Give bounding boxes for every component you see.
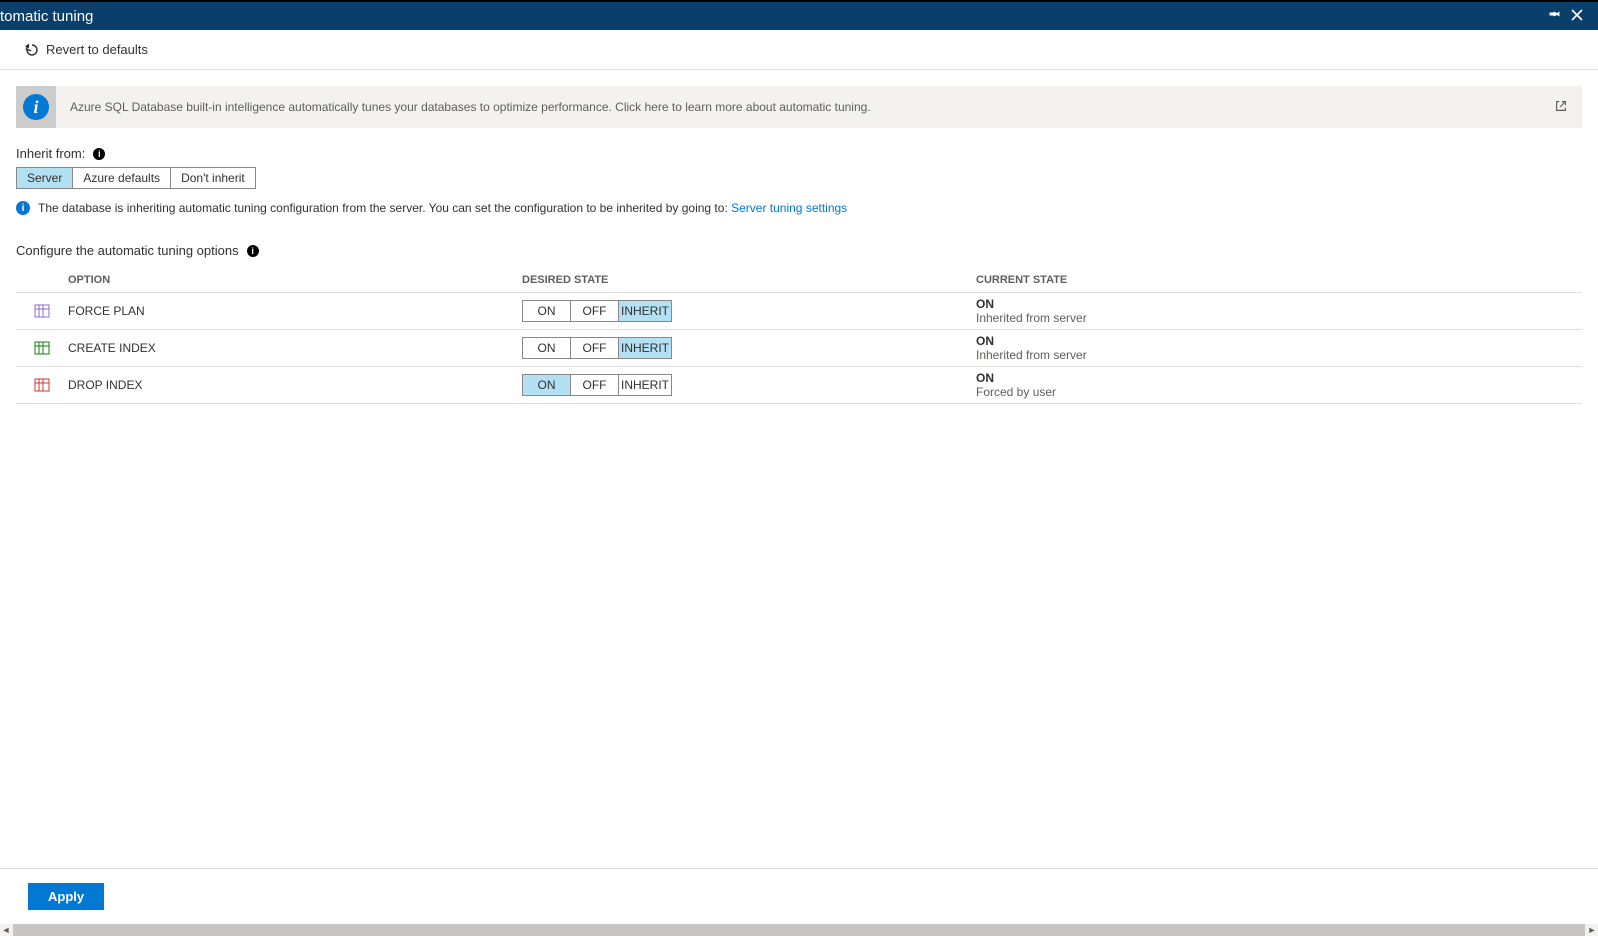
option-name: CREATE INDEX bbox=[68, 341, 522, 355]
inherit-option-don-t-inherit[interactable]: Don't inherit bbox=[171, 168, 255, 188]
state-off[interactable]: OFF bbox=[571, 375, 619, 395]
inherit-note: i The database is inheriting automatic t… bbox=[16, 201, 1582, 215]
scroll-track[interactable] bbox=[13, 924, 1585, 936]
current-state-source: Inherited from server bbox=[976, 348, 1582, 362]
close-icon[interactable] bbox=[1566, 8, 1588, 25]
revert-to-defaults-button[interactable]: Revert to defaults bbox=[24, 42, 148, 58]
desired-state-segmented: ONOFFINHERIT bbox=[522, 300, 672, 322]
apply-button[interactable]: Apply bbox=[28, 883, 104, 910]
command-bar: Revert to defaults bbox=[0, 30, 1598, 70]
option-icon bbox=[16, 303, 68, 319]
desired-state-segmented: ONOFFINHERIT bbox=[522, 374, 672, 396]
configure-options-label: Configure the automatic tuning options i bbox=[16, 243, 1582, 258]
header-current: CURRENT STATE bbox=[976, 274, 1582, 286]
options-table-header: OPTION DESIRED STATE CURRENT STATE bbox=[16, 268, 1582, 292]
revert-label: Revert to defaults bbox=[46, 42, 148, 57]
state-inherit[interactable]: INHERIT bbox=[619, 338, 671, 358]
inherit-option-azure-defaults[interactable]: Azure defaults bbox=[73, 168, 171, 188]
header-desired: DESIRED STATE bbox=[522, 274, 976, 286]
current-state: ONForced by user bbox=[976, 371, 1582, 399]
info-dot-icon[interactable]: i bbox=[93, 148, 105, 160]
option-name: DROP INDEX bbox=[68, 378, 522, 392]
server-tuning-settings-link[interactable]: Server tuning settings bbox=[731, 201, 847, 215]
scroll-right-arrow[interactable]: ► bbox=[1586, 925, 1598, 935]
option-icon bbox=[16, 377, 68, 393]
option-name: FORCE PLAN bbox=[68, 304, 522, 318]
horizontal-scrollbar[interactable]: ◄ ► bbox=[0, 924, 1598, 936]
info-small-icon: i bbox=[16, 201, 30, 215]
current-state-source: Inherited from server bbox=[976, 311, 1582, 325]
inherit-option-server[interactable]: Server bbox=[17, 168, 73, 188]
info-dot-icon[interactable]: i bbox=[247, 245, 259, 257]
pin-icon[interactable] bbox=[1544, 8, 1566, 25]
state-on[interactable]: ON bbox=[523, 301, 571, 321]
option-row: CREATE INDEXONOFFINHERITONInherited from… bbox=[16, 329, 1582, 366]
inherit-from-label: Inherit from: i bbox=[16, 146, 1582, 161]
state-inherit[interactable]: INHERIT bbox=[619, 301, 671, 321]
state-on[interactable]: ON bbox=[523, 375, 571, 395]
info-icon: i bbox=[16, 86, 56, 128]
current-state-value: ON bbox=[976, 334, 1582, 348]
inherit-from-segmented: ServerAzure defaultsDon't inherit bbox=[16, 167, 256, 189]
current-state-source: Forced by user bbox=[976, 385, 1582, 399]
current-state-value: ON bbox=[976, 371, 1582, 385]
state-off[interactable]: OFF bbox=[571, 338, 619, 358]
header-option: OPTION bbox=[68, 274, 522, 286]
current-state-value: ON bbox=[976, 297, 1582, 311]
desired-state-segmented: ONOFFINHERIT bbox=[522, 337, 672, 359]
undo-icon bbox=[24, 42, 40, 58]
info-banner[interactable]: i Azure SQL Database built-in intelligen… bbox=[16, 86, 1582, 128]
option-row: FORCE PLANONOFFINHERITONInherited from s… bbox=[16, 292, 1582, 329]
state-on[interactable]: ON bbox=[523, 338, 571, 358]
state-off[interactable]: OFF bbox=[571, 301, 619, 321]
option-row: DROP INDEXONOFFINHERITONForced by user bbox=[16, 366, 1582, 404]
option-icon bbox=[16, 340, 68, 356]
info-message: Azure SQL Database built-in intelligence… bbox=[70, 100, 1540, 114]
blade-title: tomatic tuning bbox=[0, 8, 93, 25]
current-state: ONInherited from server bbox=[976, 297, 1582, 325]
state-inherit[interactable]: INHERIT bbox=[619, 375, 671, 395]
scroll-left-arrow[interactable]: ◄ bbox=[0, 925, 12, 935]
footer-bar: Apply bbox=[0, 868, 1598, 924]
title-bar: tomatic tuning bbox=[0, 0, 1598, 30]
current-state: ONInherited from server bbox=[976, 334, 1582, 362]
external-link-icon[interactable] bbox=[1554, 99, 1568, 116]
inherit-note-text: The database is inheriting automatic tun… bbox=[38, 201, 731, 215]
